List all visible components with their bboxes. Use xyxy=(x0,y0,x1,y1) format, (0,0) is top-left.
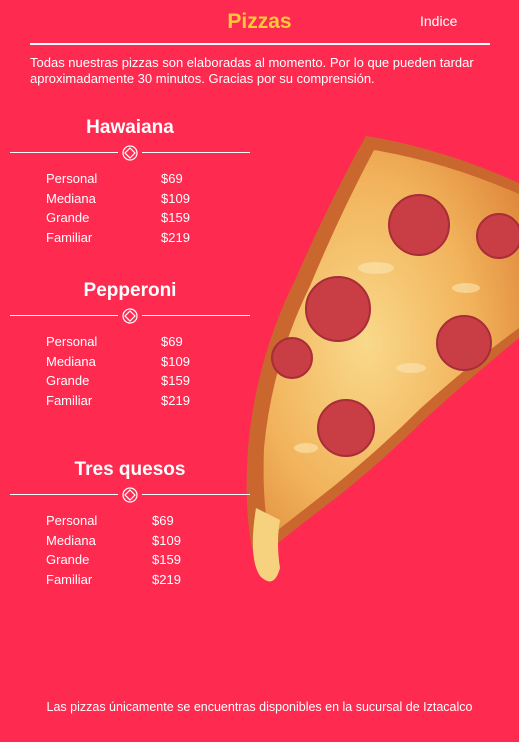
ornament-divider xyxy=(10,308,250,324)
price-value: $69 xyxy=(161,171,183,186)
price-row: Mediana $109 xyxy=(10,352,250,372)
size-label: Mediana xyxy=(46,353,96,369)
indice-link[interactable]: Indice xyxy=(420,13,457,29)
cheese-drip xyxy=(252,508,280,582)
price-row: Personal $69 xyxy=(10,332,250,352)
price-row: Familiar $219 xyxy=(10,570,250,590)
pepperoni-slice xyxy=(388,194,450,256)
price-value: $159 xyxy=(161,373,190,388)
ornament-diamond-icon xyxy=(122,145,138,161)
price-value: $69 xyxy=(161,334,183,349)
price-row: Personal $69 xyxy=(10,169,250,189)
pizza-slice-illustration xyxy=(246,136,519,582)
pepperoni-slice xyxy=(476,213,519,259)
menu-title: Tres quesos xyxy=(74,459,186,480)
size-label: Personal xyxy=(46,513,98,528)
pepperoni-slice xyxy=(436,315,492,371)
price-row: Grande $159 xyxy=(10,208,250,228)
price-value: $109 xyxy=(152,532,181,548)
price-row: Mediana $109 xyxy=(10,189,250,209)
price-row: Familiar $219 xyxy=(10,228,250,248)
price-row: Personal $69 xyxy=(10,511,250,531)
price-list: Personal $69 Mediana $109 Grande $159 Famil… xyxy=(10,511,250,589)
price-value: $219 xyxy=(152,571,181,587)
menu-title: Hawaiana xyxy=(86,117,174,138)
size-label: Familiar xyxy=(46,392,93,408)
price-value: $69 xyxy=(152,513,174,528)
price-row: Familiar $219 xyxy=(10,391,250,411)
price-row: Grande $159 xyxy=(10,371,250,391)
header-divider xyxy=(30,43,490,45)
price-row: Mediana $109 xyxy=(10,531,250,551)
menu-hawaiana: Hawaiana Personal $69 Mediana $109 Grande $… xyxy=(10,117,250,247)
price-value: $109 xyxy=(161,353,190,369)
pepperoni-slice xyxy=(305,276,371,342)
size-label: Familiar xyxy=(46,229,93,245)
pepperoni-slice xyxy=(317,399,375,457)
price-value: $159 xyxy=(161,210,190,225)
size-label: Mediana xyxy=(46,190,96,206)
size-label: Personal xyxy=(46,171,98,186)
price-list: Personal $69 Mediana $109 Grande $159 Famil… xyxy=(10,169,250,247)
size-label: Grande xyxy=(46,210,90,225)
size-label: Grande xyxy=(46,552,90,567)
menu-title: Pepperoni xyxy=(83,280,177,301)
price-row: Grande $159 xyxy=(10,550,250,570)
size-label: Grande xyxy=(46,373,90,388)
ornament-divider xyxy=(10,487,250,503)
price-value: $219 xyxy=(161,229,190,245)
price-list: Personal $69 Mediana $109 Grande $159 Famil… xyxy=(10,332,250,410)
price-value: $159 xyxy=(152,552,181,567)
price-value: $219 xyxy=(161,392,190,408)
menu-tres-quesos: Tres quesos Personal $69 Mediana $109 Gran… xyxy=(10,459,250,589)
ornament-divider xyxy=(10,145,250,161)
size-label: Mediana xyxy=(46,532,96,548)
size-label: Personal xyxy=(46,334,98,349)
ornament-diamond-icon xyxy=(122,308,138,324)
intro-text: Todas nuestras pizzas son elaboradas al … xyxy=(30,55,474,86)
pepperoni-slice xyxy=(271,337,313,379)
menu-pepperoni: Pepperoni Personal $69 Mediana $109 Grande… xyxy=(10,280,250,410)
price-value: $109 xyxy=(161,190,190,206)
footer-note: Las pizzas únicamente se encuentras disp… xyxy=(46,700,473,714)
size-label: Familiar xyxy=(46,571,93,587)
ornament-diamond-icon xyxy=(122,487,138,503)
